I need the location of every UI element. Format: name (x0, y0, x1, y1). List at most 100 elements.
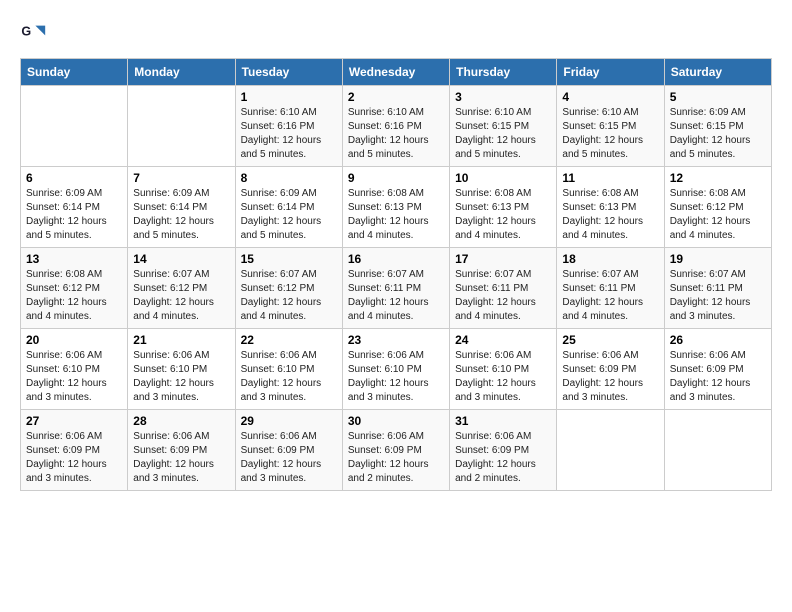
day-info: Sunrise: 6:08 AM Sunset: 6:12 PM Dayligh… (670, 187, 766, 243)
day-number: 10 (455, 171, 551, 185)
calendar-day: 18 Sunrise: 6:07 AM Sunset: 6:11 PM Dayli… (557, 248, 664, 329)
day-info: Sunrise: 6:06 AM Sunset: 6:09 PM Dayligh… (562, 349, 658, 405)
day-number: 17 (455, 252, 551, 266)
day-number: 26 (670, 333, 766, 347)
day-number: 13 (26, 252, 122, 266)
calendar-day: 17 Sunrise: 6:07 AM Sunset: 6:11 PM Dayli… (450, 248, 557, 329)
day-number: 27 (26, 414, 122, 428)
calendar-day (21, 86, 128, 167)
day-number: 29 (241, 414, 337, 428)
calendar-day (664, 410, 771, 491)
day-info: Sunrise: 6:08 AM Sunset: 6:12 PM Dayligh… (26, 268, 122, 324)
day-number: 3 (455, 90, 551, 104)
day-info: Sunrise: 6:06 AM Sunset: 6:09 PM Dayligh… (670, 349, 766, 405)
calendar-day: 21Sunrise: 6:06 AM Sunset: 6:10 PM Dayli… (128, 329, 235, 410)
day-info: Sunrise: 6:10 AM Sunset: 6:15 PM Dayligh… (562, 106, 658, 162)
calendar-day: 2 Sunrise: 6:10 AM Sunset: 6:16 PM Daylig… (342, 86, 449, 167)
header-day: Thursday (450, 59, 557, 86)
day-number: 2 (348, 90, 444, 104)
header-day: Wednesday (342, 59, 449, 86)
day-info: Sunrise: 6:08 AM Sunset: 6:13 PM Dayligh… (562, 187, 658, 243)
calendar-day: 25 Sunrise: 6:06 AM Sunset: 6:09 PM Dayli… (557, 329, 664, 410)
header-day: Tuesday (235, 59, 342, 86)
logo-icon: G (20, 20, 48, 48)
svg-text:G: G (21, 24, 31, 38)
calendar-week: 6 Sunrise: 6:09 AM Sunset: 6:14 PM Daylig… (21, 167, 772, 248)
day-number: 23 (348, 333, 444, 347)
day-info: Sunrise: 6:08 AM Sunset: 6:13 PM Dayligh… (455, 187, 551, 243)
day-number: 4 (562, 90, 658, 104)
day-number: 24 (455, 333, 551, 347)
day-info: Sunrise: 6:06 AM Sunset: 6:10 PM Dayligh… (241, 349, 337, 405)
day-number: 20 (26, 333, 122, 347)
calendar-day: 7 Sunrise: 6:09 AM Sunset: 6:14 PM Daylig… (128, 167, 235, 248)
day-info: Sunrise: 6:09 AM Sunset: 6:15 PM Dayligh… (670, 106, 766, 162)
day-info: Sunrise: 6:10 AM Sunset: 6:16 PM Dayligh… (348, 106, 444, 162)
day-info: Sunrise: 6:10 AM Sunset: 6:15 PM Dayligh… (455, 106, 551, 162)
day-info: Sunrise: 6:07 AM Sunset: 6:11 PM Dayligh… (348, 268, 444, 324)
day-info: Sunrise: 6:06 AM Sunset: 6:10 PM Dayligh… (348, 349, 444, 405)
day-number: 7 (133, 171, 229, 185)
calendar-day: 5 Sunrise: 6:09 AM Sunset: 6:15 PM Daylig… (664, 86, 771, 167)
header-day: Sunday (21, 59, 128, 86)
calendar-day: 8 Sunrise: 6:09 AM Sunset: 6:14 PM Daylig… (235, 167, 342, 248)
calendar-day: 31 Sunrise: 6:06 AM Sunset: 6:09 PM Dayli… (450, 410, 557, 491)
calendar-day: 19Sunrise: 6:07 AM Sunset: 6:11 PM Dayli… (664, 248, 771, 329)
calendar-day: 29 Sunrise: 6:06 AM Sunset: 6:09 PM Dayli… (235, 410, 342, 491)
calendar-day: 27 Sunrise: 6:06 AM Sunset: 6:09 PM Dayli… (21, 410, 128, 491)
calendar-week: 1 Sunrise: 6:10 AM Sunset: 6:16 PM Daylig… (21, 86, 772, 167)
calendar-day: 14Sunrise: 6:07 AM Sunset: 6:12 PM Dayli… (128, 248, 235, 329)
calendar-day: 20 Sunrise: 6:06 AM Sunset: 6:10 PM Dayli… (21, 329, 128, 410)
day-info: Sunrise: 6:06 AM Sunset: 6:09 PM Dayligh… (26, 430, 122, 486)
header-day: Saturday (664, 59, 771, 86)
day-number: 1 (241, 90, 337, 104)
day-number: 16 (348, 252, 444, 266)
calendar-header: SundayMondayTuesdayWednesdayThursdayFrid… (21, 59, 772, 86)
day-number: 31 (455, 414, 551, 428)
day-info: Sunrise: 6:07 AM Sunset: 6:12 PM Dayligh… (133, 268, 229, 324)
day-info: Sunrise: 6:06 AM Sunset: 6:10 PM Dayligh… (26, 349, 122, 405)
day-info: Sunrise: 6:07 AM Sunset: 6:11 PM Dayligh… (562, 268, 658, 324)
day-number: 18 (562, 252, 658, 266)
day-info: Sunrise: 6:06 AM Sunset: 6:09 PM Dayligh… (241, 430, 337, 486)
day-info: Sunrise: 6:09 AM Sunset: 6:14 PM Dayligh… (241, 187, 337, 243)
day-number: 8 (241, 171, 337, 185)
calendar-day: 22 Sunrise: 6:06 AM Sunset: 6:10 PM Dayli… (235, 329, 342, 410)
day-number: 5 (670, 90, 766, 104)
calendar-day: 6 Sunrise: 6:09 AM Sunset: 6:14 PM Daylig… (21, 167, 128, 248)
calendar-day: 26 Sunrise: 6:06 AM Sunset: 6:09 PM Dayli… (664, 329, 771, 410)
day-info: Sunrise: 6:06 AM Sunset: 6:10 PM Dayligh… (133, 349, 229, 405)
day-info: Sunrise: 6:07 AM Sunset: 6:11 PM Dayligh… (455, 268, 551, 324)
calendar-week: 13 Sunrise: 6:08 AM Sunset: 6:12 PM Dayli… (21, 248, 772, 329)
day-info: Sunrise: 6:07 AM Sunset: 6:11 PM Dayligh… (670, 268, 766, 324)
day-info: Sunrise: 6:06 AM Sunset: 6:09 PM Dayligh… (133, 430, 229, 486)
header-day: Monday (128, 59, 235, 86)
day-info: Sunrise: 6:06 AM Sunset: 6:09 PM Dayligh… (348, 430, 444, 486)
calendar-day: 10 Sunrise: 6:08 AM Sunset: 6:13 PM Dayli… (450, 167, 557, 248)
calendar-week: 27 Sunrise: 6:06 AM Sunset: 6:09 PM Dayli… (21, 410, 772, 491)
calendar-day: 28Sunrise: 6:06 AM Sunset: 6:09 PM Dayli… (128, 410, 235, 491)
day-number: 15 (241, 252, 337, 266)
calendar-day: 4 Sunrise: 6:10 AM Sunset: 6:15 PM Daylig… (557, 86, 664, 167)
day-number: 30 (348, 414, 444, 428)
calendar-week: 20 Sunrise: 6:06 AM Sunset: 6:10 PM Dayli… (21, 329, 772, 410)
calendar-body: 1 Sunrise: 6:10 AM Sunset: 6:16 PM Daylig… (21, 86, 772, 491)
calendar-day: 23 Sunrise: 6:06 AM Sunset: 6:10 PM Dayli… (342, 329, 449, 410)
calendar-day: 3 Sunrise: 6:10 AM Sunset: 6:15 PM Daylig… (450, 86, 557, 167)
day-number: 11 (562, 171, 658, 185)
day-info: Sunrise: 6:10 AM Sunset: 6:16 PM Dayligh… (241, 106, 337, 162)
header-day: Friday (557, 59, 664, 86)
day-number: 25 (562, 333, 658, 347)
day-info: Sunrise: 6:09 AM Sunset: 6:14 PM Dayligh… (133, 187, 229, 243)
day-info: Sunrise: 6:09 AM Sunset: 6:14 PM Dayligh… (26, 187, 122, 243)
calendar-day: 9Sunrise: 6:08 AM Sunset: 6:13 PM Daylig… (342, 167, 449, 248)
calendar-day: 30 Sunrise: 6:06 AM Sunset: 6:09 PM Dayli… (342, 410, 449, 491)
day-number: 6 (26, 171, 122, 185)
calendar-day: 12 Sunrise: 6:08 AM Sunset: 6:12 PM Dayli… (664, 167, 771, 248)
day-number: 12 (670, 171, 766, 185)
calendar-table: SundayMondayTuesdayWednesdayThursdayFrid… (20, 58, 772, 491)
day-info: Sunrise: 6:06 AM Sunset: 6:09 PM Dayligh… (455, 430, 551, 486)
calendar-day: 13 Sunrise: 6:08 AM Sunset: 6:12 PM Dayli… (21, 248, 128, 329)
day-number: 9 (348, 171, 444, 185)
day-number: 22 (241, 333, 337, 347)
